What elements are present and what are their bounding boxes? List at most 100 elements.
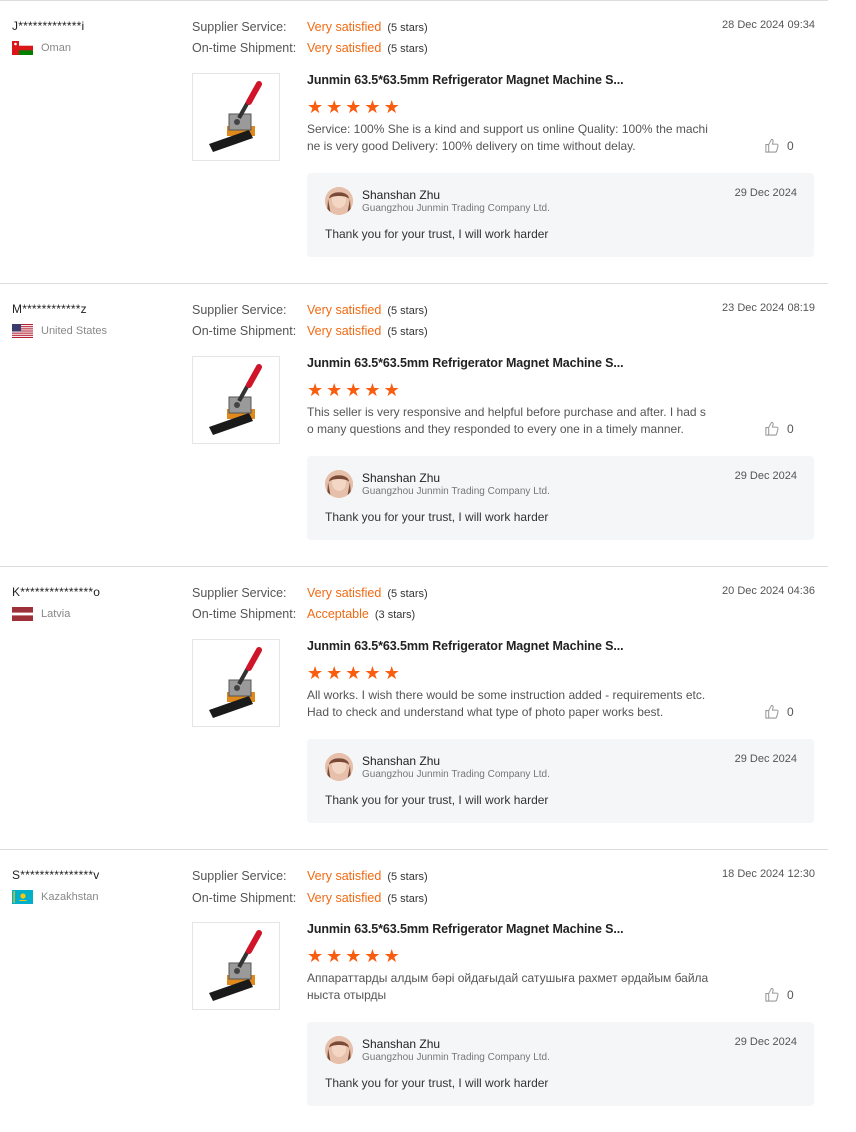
product-thumbnail[interactable] — [192, 639, 280, 727]
reply-date: 29 Dec 2024 — [734, 1036, 797, 1048]
star-icon: ★ — [326, 380, 343, 400]
product-thumbnail[interactable] — [192, 922, 280, 1010]
like-count: 0 — [787, 704, 794, 719]
star-icon: ★ — [383, 946, 400, 966]
country-name: Oman — [41, 42, 71, 54]
shipment-rating: Very satisfied (5 stars) — [307, 41, 428, 55]
product-rating-stars: ★ ★ ★ ★ ★ — [307, 947, 400, 965]
product-title[interactable]: Junmin 63.5*63.5mm Refrigerator Magnet M… — [307, 922, 624, 936]
reply-text: Thank you for your trust, I will work ha… — [325, 793, 549, 807]
reply-text: Thank you for your trust, I will work ha… — [325, 227, 549, 241]
magnet-machine-image — [209, 647, 262, 718]
avatar — [325, 1036, 353, 1064]
reply-author-name: Shanshan Zhu — [362, 754, 441, 768]
shipment-rating: Very satisfied (5 stars) — [307, 891, 428, 905]
review-date: 28 Dec 2024 09:34 — [722, 19, 815, 31]
country-name: Latvia — [41, 608, 71, 620]
product-thumbnail[interactable] — [192, 356, 280, 444]
oman-flag-icon — [12, 41, 33, 55]
star-icon: ★ — [383, 97, 400, 117]
like-count: 0 — [787, 987, 794, 1002]
shipment-value: Very satisfied — [307, 41, 382, 55]
buyer-country: Kazakhstan — [12, 890, 98, 904]
shipment-label: On-time Shipment: — [192, 607, 297, 621]
country-name: United States — [41, 325, 108, 337]
like-button[interactable]: 0 — [764, 987, 794, 1002]
supplier-service-rating: Very satisfied (5 stars) — [307, 303, 428, 317]
review-date: 18 Dec 2024 12:30 — [722, 868, 815, 880]
review-text: All works. I wish there would be some in… — [307, 688, 706, 719]
reply-date: 29 Dec 2024 — [734, 470, 797, 482]
kazakhstan-flag-icon — [12, 890, 33, 904]
latvia-flag-icon — [12, 607, 33, 621]
review-text: Service: 100% She is a kind and support … — [307, 122, 708, 153]
reply-company: Guangzhou Junmin Trading Company Ltd. — [362, 486, 550, 497]
supplier-service-label: Supplier Service: — [192, 869, 287, 883]
supplier-service-stars: (5 stars) — [387, 22, 428, 34]
supplier-service-stars: (5 stars) — [387, 871, 428, 883]
magnet-machine-image — [209, 81, 262, 152]
star-icon: ★ — [307, 946, 324, 966]
star-icon: ★ — [326, 946, 343, 966]
magnet-machine-image — [209, 364, 262, 435]
thumbs-up-icon — [765, 704, 779, 719]
shipment-rating: Acceptable (3 stars) — [307, 607, 415, 621]
shipment-stars: (3 stars) — [374, 609, 416, 621]
supplier-service-rating: Very satisfied (5 stars) — [307, 586, 428, 600]
country-name: Kazakhstan — [41, 891, 99, 903]
review-item: M************z United States Supplier Se… — [0, 283, 828, 566]
star-icon: ★ — [326, 663, 343, 683]
supplier-reply: Shanshan Zhu Guangzhou Junmin Trading Co… — [307, 1022, 814, 1106]
star-icon: ★ — [383, 380, 400, 400]
review-list: J*************i Oman Supplier Service: V… — [0, 0, 828, 1132]
supplier-service-stars: (5 stars) — [387, 588, 428, 600]
supplier-service-rating: Very satisfied (5 stars) — [307, 20, 428, 34]
shipment-stars: (5 stars) — [387, 893, 428, 905]
star-icon: ★ — [326, 97, 343, 117]
product-thumbnail[interactable] — [192, 73, 280, 161]
shipment-value: Very satisfied — [307, 324, 382, 338]
product-title[interactable]: Junmin 63.5*63.5mm Refrigerator Magnet M… — [307, 639, 624, 653]
product-title[interactable]: Junmin 63.5*63.5mm Refrigerator Magnet M… — [307, 356, 624, 370]
like-count: 0 — [787, 138, 794, 153]
shipment-value: Acceptable — [307, 607, 369, 621]
supplier-service-value: Very satisfied — [307, 586, 382, 600]
us-flag-icon — [12, 324, 33, 338]
product-rating-stars: ★ ★ ★ ★ ★ — [307, 381, 400, 399]
star-icon: ★ — [345, 663, 362, 683]
supplier-reply: Shanshan Zhu Guangzhou Junmin Trading Co… — [307, 739, 814, 823]
star-icon: ★ — [364, 946, 381, 966]
reply-text: Thank you for your trust, I will work ha… — [325, 510, 549, 524]
magnet-machine-image — [209, 930, 262, 1001]
star-icon: ★ — [383, 663, 400, 683]
shipment-value: Very satisfied — [307, 891, 382, 905]
avatar — [325, 470, 353, 498]
review-date: 20 Dec 2024 04:36 — [722, 585, 815, 597]
supplier-service-stars: (5 stars) — [387, 305, 428, 317]
like-button[interactable]: 0 — [764, 421, 794, 436]
thumbs-up-icon — [765, 987, 779, 1002]
supplier-service-label: Supplier Service: — [192, 586, 287, 600]
shipment-rating: Very satisfied (5 stars) — [307, 324, 428, 338]
supplier-service-rating: Very satisfied (5 stars) — [307, 869, 428, 883]
shipment-label: On-time Shipment: — [192, 324, 297, 338]
reply-author-name: Shanshan Zhu — [362, 471, 441, 485]
avatar — [325, 187, 353, 215]
buyer-country: United States — [12, 324, 107, 338]
reply-company: Guangzhou Junmin Trading Company Ltd. — [362, 769, 550, 780]
reply-company: Guangzhou Junmin Trading Company Ltd. — [362, 203, 550, 214]
reply-date: 29 Dec 2024 — [734, 187, 797, 199]
star-icon: ★ — [345, 946, 362, 966]
supplier-service-value: Very satisfied — [307, 20, 382, 34]
like-button[interactable]: 0 — [764, 704, 794, 719]
buyer-name: M************z — [12, 302, 87, 316]
supplier-service-value: Very satisfied — [307, 869, 382, 883]
star-icon: ★ — [307, 97, 324, 117]
reply-author-name: Shanshan Zhu — [362, 188, 441, 202]
supplier-reply: Shanshan Zhu Guangzhou Junmin Trading Co… — [307, 456, 814, 540]
review-item: S***************v Kazakhstan Supplier Se… — [0, 849, 828, 1132]
like-button[interactable]: 0 — [764, 138, 794, 153]
shipment-label: On-time Shipment: — [192, 891, 297, 905]
review-text: Аппараттарды алдым бәрі ойдағыдай сатушы… — [307, 971, 709, 1002]
product-title[interactable]: Junmin 63.5*63.5mm Refrigerator Magnet M… — [307, 73, 624, 87]
